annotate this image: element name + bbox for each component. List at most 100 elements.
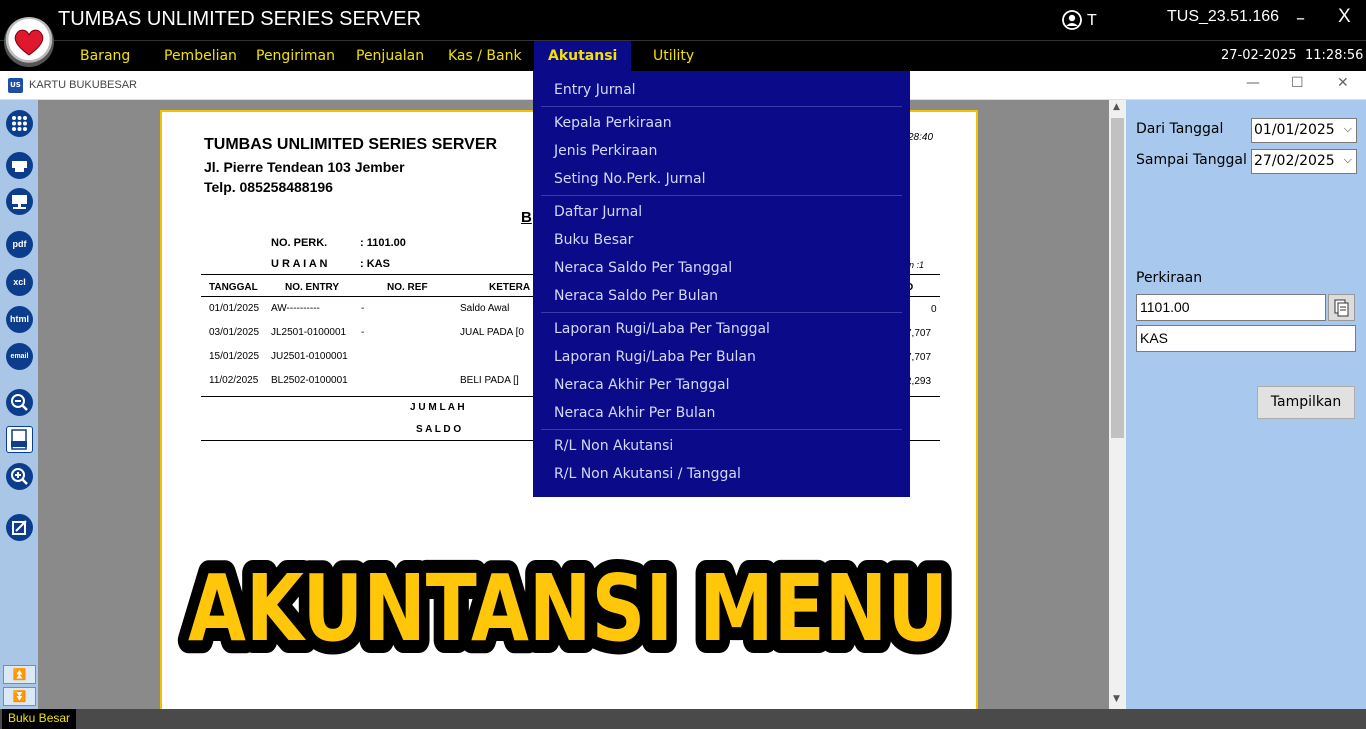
row-4-tanggal: 11/02/2025 bbox=[209, 375, 259, 386]
menu-neraca-saldo-per-bulan[interactable]: Neraca Saldo Per Bulan bbox=[554, 288, 718, 304]
menu-pengiriman[interactable]: Pengiriman bbox=[256, 48, 335, 64]
report-phone: Telp. 085258488196 bbox=[204, 179, 333, 195]
scroll-up-icon[interactable]: ⏫ bbox=[3, 665, 36, 684]
export-xcl-button[interactable]: xcl bbox=[6, 269, 33, 296]
uraian-label: U R A I A N bbox=[271, 258, 328, 270]
col-no-entry: NO. ENTRY bbox=[285, 282, 340, 293]
window-close-icon[interactable]: ✕ bbox=[1337, 75, 1349, 91]
row-3-entry: JU2501-0100001 bbox=[271, 351, 348, 362]
sampai-tanggal-label: Sampai Tanggal bbox=[1136, 152, 1247, 168]
sampai-tanggal-picker[interactable]: 27/02/2025 ⌵ bbox=[1251, 149, 1357, 174]
email-button[interactable]: email bbox=[6, 343, 33, 370]
window-maximize-icon[interactable]: ☐ bbox=[1291, 75, 1304, 91]
left-toolbar: pdf xcl html email ⏫ ⏬ bbox=[0, 100, 38, 709]
current-date: 27-02-2025 bbox=[1221, 48, 1297, 63]
menu-bar: Barang Pembelian Pengiriman Penjualan Ka… bbox=[0, 40, 1366, 72]
menu-laporan-rugi-laba-per-bulan[interactable]: Laporan Rugi/Laba Per Bulan bbox=[554, 349, 756, 365]
menu-neraca-akhir-per-tanggal[interactable]: Neraca Akhir Per Tanggal bbox=[554, 377, 730, 393]
menu-rl-non-akutansi-tanggal[interactable]: R/L Non Akutansi / Tanggal bbox=[554, 466, 741, 482]
zoom-in-icon[interactable] bbox=[6, 463, 33, 490]
banner-text: AKUNTANSI MENU bbox=[188, 555, 948, 662]
row-4-ket: BELI PADA [] bbox=[460, 375, 519, 386]
server-id: TUS_23.51.166 bbox=[1167, 8, 1280, 25]
menu-akutansi[interactable]: Akutansi bbox=[534, 41, 632, 72]
row-2-entry: JL2501-0100001 bbox=[271, 327, 347, 338]
perkiraan-name-input[interactable]: KAS bbox=[1136, 325, 1356, 352]
zoom-100-icon[interactable] bbox=[6, 426, 33, 453]
chevron-down-icon: ⌵ bbox=[1343, 153, 1352, 166]
menu-buku-besar[interactable]: Buku Besar bbox=[554, 232, 633, 248]
col-tanggal: TANGGAL bbox=[209, 282, 258, 293]
row-2-ref: - bbox=[361, 327, 365, 338]
no-perk-value: : 1101.00 bbox=[360, 237, 406, 249]
scroll-up-arrow-icon[interactable]: ▲ bbox=[1113, 102, 1120, 112]
copy-icon bbox=[1334, 299, 1349, 317]
row-4-entry: BL2502-0100001 bbox=[271, 375, 348, 386]
edit-icon[interactable] bbox=[6, 514, 33, 541]
close-button[interactable]: X bbox=[1338, 6, 1351, 28]
menu-kas-bank[interactable]: Kas / Bank bbox=[448, 48, 522, 64]
menu-separator bbox=[541, 195, 902, 196]
menu-rl-non-akutansi[interactable]: R/L Non Akutansi bbox=[554, 438, 673, 454]
scroll-down-arrow-icon[interactable]: ▼ bbox=[1113, 694, 1120, 704]
dari-tanggal-label: Dari Tanggal bbox=[1136, 121, 1224, 137]
scroll-thumb[interactable] bbox=[1111, 118, 1124, 438]
minimize-button[interactable]: – bbox=[1296, 8, 1305, 29]
export-pdf-button[interactable]: pdf bbox=[6, 231, 33, 258]
app-logo bbox=[4, 17, 54, 67]
row-1-tanggal: 01/01/2025 bbox=[209, 303, 260, 314]
report-address: Jl. Pierre Tendean 103 Jember bbox=[204, 159, 405, 175]
zoom-out-icon[interactable] bbox=[6, 389, 33, 416]
current-time: 11:28:56 bbox=[1305, 48, 1364, 63]
window-minimize-icon[interactable]: — bbox=[1246, 75, 1260, 91]
sampai-tanggal-value: 27/02/2025 bbox=[1254, 153, 1335, 169]
jumlah-label: J U M L A H bbox=[410, 402, 465, 413]
akutansi-dropdown-menu: Entry Jurnal Kepala Perkiraan Jenis Perk… bbox=[533, 71, 910, 497]
grid-icon[interactable] bbox=[6, 110, 33, 137]
menu-seting-no-perk-jurnal[interactable]: Seting No.Perk. Jurnal bbox=[554, 171, 706, 187]
uraian-value: : KAS bbox=[360, 258, 390, 270]
report-company: TUMBAS UNLIMITED SERIES SERVER bbox=[204, 136, 498, 153]
lookup-button[interactable] bbox=[1328, 294, 1355, 321]
menu-neraca-akhir-per-bulan[interactable]: Neraca Akhir Per Bulan bbox=[554, 405, 715, 421]
print-setup-icon[interactable] bbox=[6, 188, 33, 215]
perkiraan-label: Perkiraan bbox=[1136, 270, 1203, 286]
row-1-ket: Saldo Awal bbox=[460, 303, 510, 314]
printer-icon[interactable] bbox=[6, 152, 33, 179]
dari-tanggal-value: 01/01/2025 bbox=[1254, 122, 1335, 138]
saldo-label: S A L D O bbox=[416, 424, 462, 435]
menu-pembelian[interactable]: Pembelian bbox=[164, 48, 237, 64]
scroll-down-icon[interactable]: ⏬ bbox=[3, 687, 36, 706]
menu-penjualan[interactable]: Penjualan bbox=[356, 48, 424, 64]
window-title: KARTU BUKUBESAR bbox=[29, 79, 137, 91]
user-name: T bbox=[1087, 12, 1097, 29]
menu-barang[interactable]: Barang bbox=[80, 48, 130, 64]
title-bar: TUMBAS UNLIMITED SERIES SERVER T TUS_23.… bbox=[0, 0, 1366, 40]
menu-kepala-perkiraan[interactable]: Kepala Perkiraan bbox=[554, 115, 672, 131]
col-no-ref: NO. REF bbox=[387, 282, 428, 293]
report-time: 28:40 bbox=[908, 132, 934, 143]
menu-utility[interactable]: Utility bbox=[653, 48, 694, 64]
row-1-entry: AW---------- bbox=[271, 303, 320, 314]
status-bar: Buku Besar bbox=[0, 709, 1366, 729]
menu-neraca-saldo-per-tanggal[interactable]: Neraca Saldo Per Tanggal bbox=[554, 260, 732, 276]
menu-jenis-perkiraan[interactable]: Jenis Perkiraan bbox=[554, 143, 657, 159]
chevron-down-icon: ⌵ bbox=[1343, 122, 1352, 135]
export-html-button[interactable]: html bbox=[6, 306, 33, 333]
app-title: TUMBAS UNLIMITED SERIES SERVER bbox=[58, 8, 422, 30]
akuntansi-menu-banner: AKUNTANSI MENU AKUNTANSI MENU bbox=[175, 542, 961, 675]
menu-separator bbox=[541, 106, 902, 107]
menu-separator bbox=[541, 429, 902, 430]
dari-tanggal-picker[interactable]: 01/01/2025 ⌵ bbox=[1251, 118, 1357, 143]
tampilkan-button[interactable]: Tampilkan bbox=[1257, 386, 1355, 419]
perkiraan-code-input[interactable]: 1101.00 bbox=[1136, 294, 1326, 321]
row-2-tanggal: 03/01/2025 bbox=[209, 327, 260, 338]
vertical-scrollbar[interactable]: ▲ ▼ bbox=[1109, 100, 1126, 709]
row-3-tanggal: 15/01/2025 bbox=[209, 351, 260, 362]
menu-entry-jurnal[interactable]: Entry Jurnal bbox=[554, 82, 636, 98]
row-2-ket: JUAL PADA [0 bbox=[460, 327, 524, 338]
user-icon[interactable] bbox=[1062, 10, 1082, 30]
menu-laporan-rugi-laba-per-tanggal[interactable]: Laporan Rugi/Laba Per Tanggal bbox=[554, 321, 770, 337]
menu-daftar-jurnal[interactable]: Daftar Jurnal bbox=[554, 204, 642, 220]
menu-separator bbox=[541, 312, 902, 313]
